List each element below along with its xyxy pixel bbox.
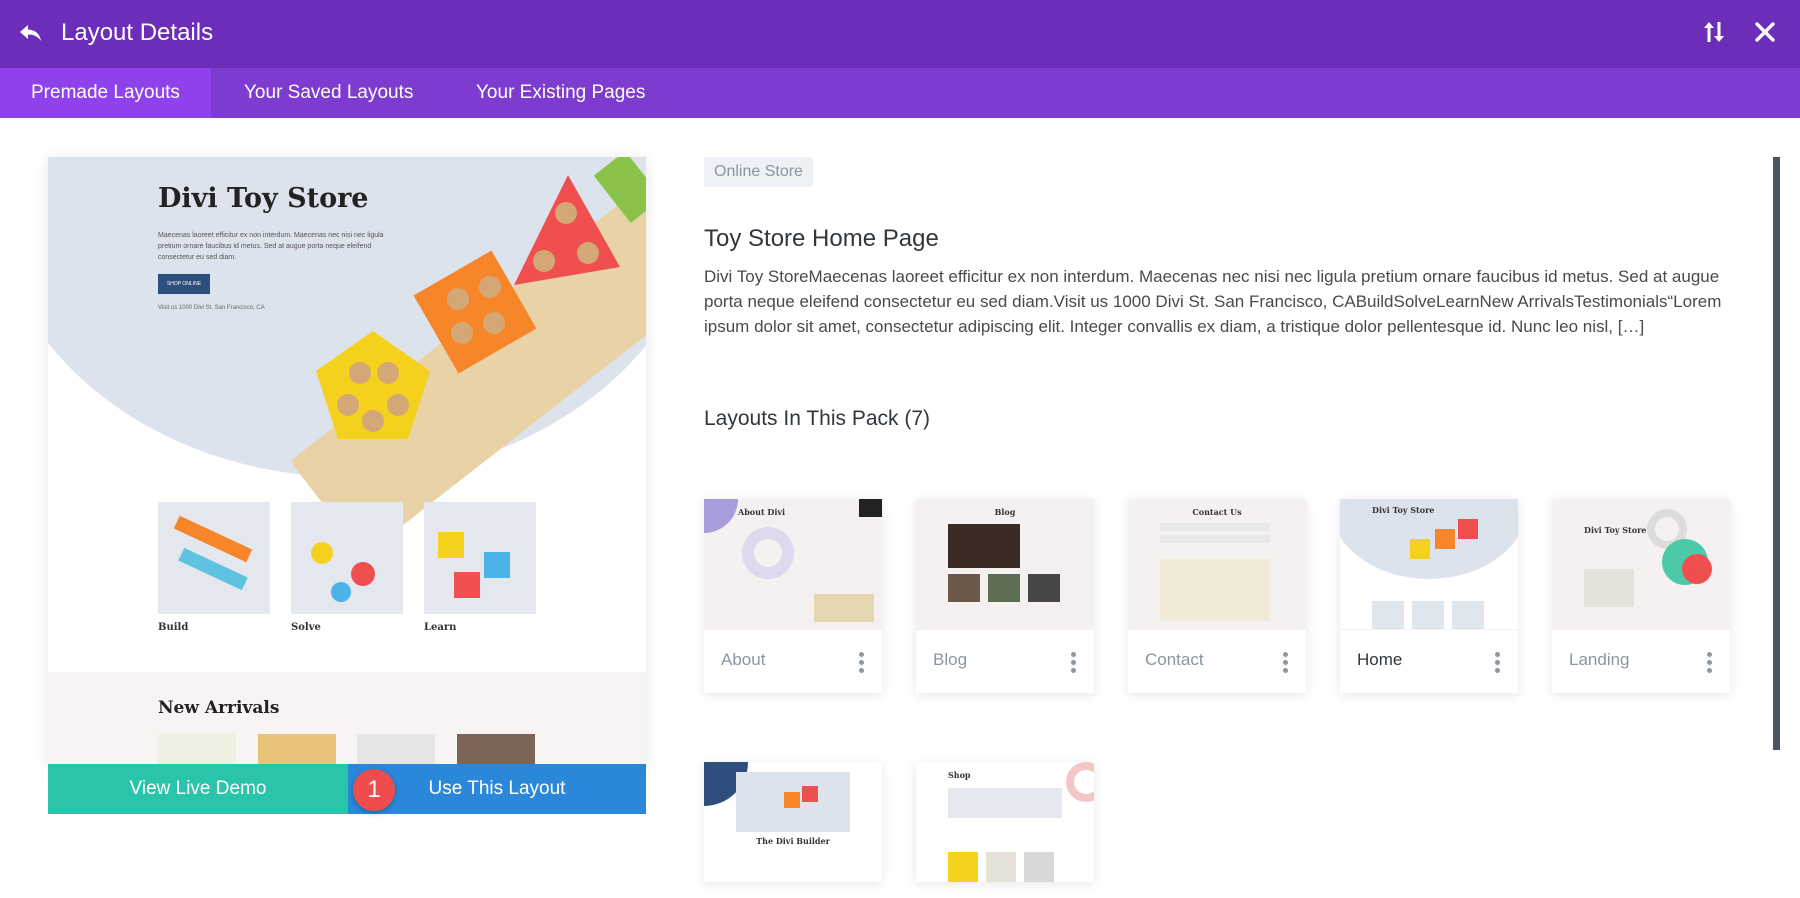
more-options-icon[interactable] <box>1283 652 1289 674</box>
new-arrivals-heading: New Arrivals <box>158 698 280 718</box>
layout-card-label: Landing <box>1569 650 1630 669</box>
arrival-thumb <box>457 734 535 764</box>
product-label-solve: Solve <box>291 622 321 633</box>
preview-intro-text: Maecenas laoreet efficitur ex non interd… <box>158 232 384 261</box>
layout-thumb-contact: Contact Us <box>1128 499 1306 629</box>
layout-thumb-home: Divi Toy Store <box>1340 499 1518 629</box>
tab-your-saved-layouts[interactable]: Your Saved Layouts <box>213 68 444 118</box>
close-icon[interactable] <box>1751 18 1779 46</box>
action-buttons: View Live Demo Use This Layout <box>48 764 646 814</box>
more-options-icon[interactable] <box>859 652 865 674</box>
layout-thumb-landing: Divi Toy Store <box>1552 499 1730 629</box>
arrival-thumb <box>357 734 435 764</box>
layout-title: Toy Store Home Page <box>704 225 939 252</box>
layout-card-label: Home <box>1357 650 1403 669</box>
pack-heading: Layouts In This Pack (7) <box>704 407 931 430</box>
sort-arrows-icon[interactable] <box>1700 18 1728 46</box>
view-live-demo-button[interactable]: View Live Demo <box>48 764 348 814</box>
tab-bar: Premade Layouts Your Saved Layouts Your … <box>0 68 1800 118</box>
category-badge[interactable]: Online Store <box>704 157 813 187</box>
layout-card-label: About <box>721 650 766 669</box>
layout-thumb-blog: Blog <box>916 499 1094 629</box>
preview-shop-button: SHOP ONLINE <box>158 274 210 294</box>
layout-thumb-about: About Divi <box>704 499 882 629</box>
layout-description: Divi Toy StoreMaecenas laoreet efficitur… <box>704 267 1722 336</box>
product-thumb-solve <box>291 502 403 614</box>
layout-card-about[interactable]: About Divi About <box>704 499 882 693</box>
layout-card-label: Contact <box>1145 650 1204 669</box>
tab-your-existing-pages[interactable]: Your Existing Pages <box>445 68 676 118</box>
layout-card-divi-builder[interactable]: The Divi Builder <box>704 762 882 882</box>
layout-card-home[interactable]: Divi Toy Store Home <box>1340 499 1518 693</box>
more-options-icon[interactable] <box>1707 652 1713 674</box>
layout-card-landing[interactable]: Divi Toy Store Landing <box>1552 499 1730 693</box>
layout-card-blog[interactable]: Blog Blog <box>916 499 1094 693</box>
more-options-icon[interactable] <box>1071 652 1077 674</box>
preview-address: Visit us 1000 Divi St. San Francisco, CA <box>158 305 265 311</box>
arrival-thumb <box>258 734 336 764</box>
new-arrivals-section: New Arrivals <box>48 672 646 764</box>
step-number-badge: 1 <box>353 769 395 811</box>
layout-preview: Divi Toy Store Maecenas laoreet efficitu… <box>48 157 646 764</box>
tab-premade-layouts[interactable]: Premade Layouts <box>0 68 211 118</box>
product-thumb-build <box>158 502 270 614</box>
arrival-thumb <box>158 734 236 764</box>
page-title: Layout Details <box>61 19 214 46</box>
back-arrow-icon[interactable] <box>16 18 46 48</box>
layout-card-label: Blog <box>933 650 968 669</box>
preview-store-title: Divi Toy Store <box>158 183 369 214</box>
product-thumb-learn <box>424 502 536 614</box>
header-bar: Layout Details <box>0 0 1800 68</box>
layout-thumb-divi-builder: The Divi Builder <box>704 762 882 882</box>
product-label-build: Build <box>158 622 189 633</box>
scrollbar[interactable] <box>1773 157 1780 750</box>
layout-card-shop[interactable]: Shop <box>916 762 1094 882</box>
layout-card-contact[interactable]: Contact Us Contact <box>1128 499 1306 693</box>
product-label-learn: Learn <box>424 622 457 633</box>
layout-thumb-shop: Shop <box>916 762 1094 882</box>
more-options-icon[interactable] <box>1495 652 1501 674</box>
